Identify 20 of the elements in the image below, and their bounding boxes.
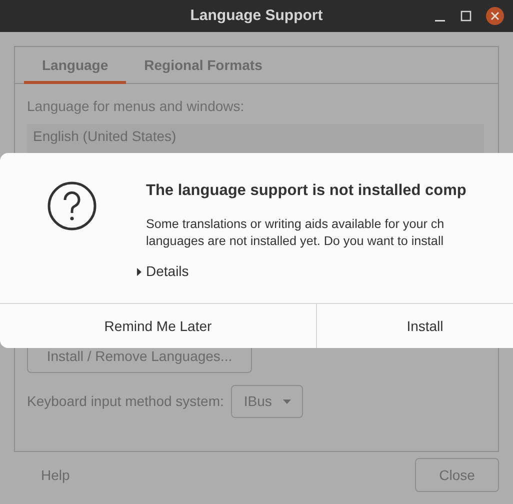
details-expander[interactable]: Details: [137, 261, 466, 282]
dialog-button[interactable]: Remind Me Later: [0, 304, 317, 348]
dialog-message: languages are not installed yet. Do you want to install: [146, 233, 445, 250]
close-button[interactable]: Close: [415, 458, 499, 492]
close-icon[interactable]: [486, 7, 504, 25]
caret-icon: [282, 398, 292, 404]
language-item[interactable]: English (United States): [27, 124, 484, 149]
section-label: Language for menus and windows:: [27, 97, 246, 116]
dialog-button[interactable]: Install: [317, 304, 513, 348]
input-method-label: Keyboard input method system:: [27, 392, 224, 411]
maximize-icon[interactable]: [460, 10, 472, 22]
dialog-title: The language support is not installed comp: [146, 181, 466, 201]
input-method-dropdown[interactable]: IBus: [230, 385, 303, 418]
window-title: Language Support: [190, 6, 323, 26]
help-button[interactable]: Help: [14, 458, 97, 492]
tab[interactable]: Regional Formats: [126, 47, 280, 84]
triangle-right-icon: [137, 268, 142, 276]
tab[interactable]: Language: [24, 47, 126, 84]
question-icon: [46, 181, 96, 231]
dialog-message: Some translations or writing aids available for your ch: [146, 216, 446, 234]
